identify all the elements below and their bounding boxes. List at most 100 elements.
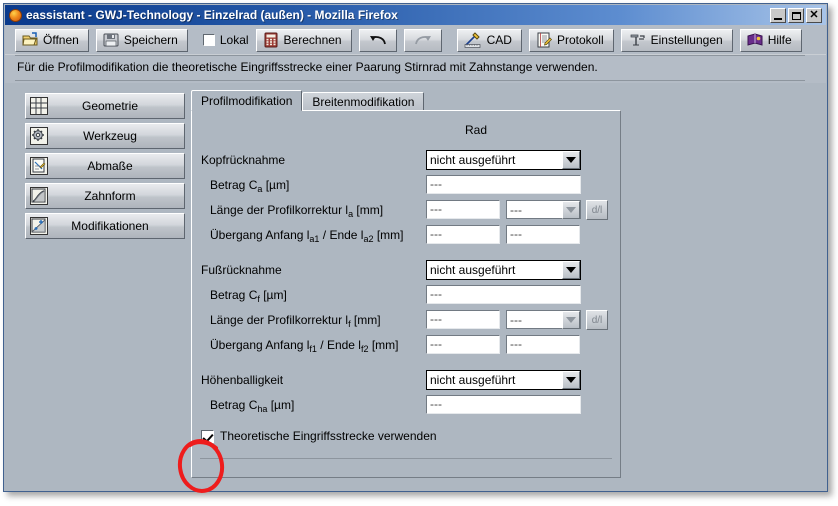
sidebar-item-label: Geometrie bbox=[81, 99, 139, 113]
theoretische-eingriffsstrecke-checkbox[interactable]: Theoretische Eingriffsstrecke verwenden bbox=[201, 429, 437, 443]
row-fussruecknahme: Fußrücknahme nicht ausgeführt bbox=[192, 259, 620, 281]
calculate-button[interactable]: Berechnen bbox=[255, 28, 352, 52]
checkbox-label: Theoretische Eingriffsstrecke verwenden bbox=[220, 429, 437, 443]
laenge-lf-label: Länge der Profilkorrektur lf [mm] bbox=[210, 313, 381, 329]
kopfruecknahme-select[interactable]: nicht ausgeführt bbox=[426, 150, 581, 170]
laenge-la-field[interactable]: --- bbox=[426, 200, 500, 219]
tab-label: Profilmodifikation bbox=[201, 93, 293, 108]
uebergang-a-label: Übergang Anfang la1 / Ende la2 [mm] bbox=[210, 228, 404, 244]
hoehenballigkeit-select[interactable]: nicht ausgeführt bbox=[426, 370, 581, 390]
chevron-down-icon[interactable] bbox=[562, 261, 580, 279]
chevron-down-icon[interactable] bbox=[562, 151, 580, 169]
tab-breitenmodifikation[interactable]: Breitenmodifikation bbox=[302, 92, 425, 111]
laenge-la-unit-value: --- bbox=[510, 202, 522, 217]
column-header-rad: Rad bbox=[464, 123, 488, 137]
floppy-disk-icon bbox=[103, 33, 119, 47]
row-laenge-lf: Länge der Profilkorrektur lf [mm] --- --… bbox=[192, 309, 620, 331]
redo-button[interactable] bbox=[403, 28, 442, 52]
row-uebergang-a: Übergang Anfang la1 / Ende la2 [mm] --- … bbox=[192, 224, 620, 246]
lokal-checkbox-label: Lokal bbox=[219, 33, 249, 47]
betrag-cha-field[interactable]: --- bbox=[426, 395, 581, 414]
modify-icon bbox=[30, 217, 48, 235]
checkbox-box[interactable] bbox=[201, 429, 214, 443]
application-window: eassistant - GWJ-Technology - Einzelrad … bbox=[3, 3, 828, 492]
open-folder-icon bbox=[22, 32, 38, 46]
close-icon: ✕ bbox=[809, 9, 819, 21]
betrag-ca-field[interactable]: --- bbox=[426, 175, 581, 194]
fussruecknahme-select[interactable]: nicht ausgeführt bbox=[426, 260, 581, 280]
help-book-icon bbox=[747, 33, 763, 46]
row-hoehenballigkeit: Höhenballigkeit nicht ausgeführt bbox=[192, 369, 620, 391]
cad-button[interactable]: CAD bbox=[456, 28, 522, 52]
hint-divider-top bbox=[15, 55, 805, 56]
hoehenballigkeit-label: Höhenballigkeit bbox=[201, 373, 284, 387]
minimize-button[interactable] bbox=[770, 8, 786, 23]
sidebar: Geometrie Werkzeug Abmaße Zahnform Modif… bbox=[25, 93, 185, 243]
sidebar-item-label: Abmaße bbox=[87, 159, 133, 173]
betrag-cf-label: Betrag Cf [µm] bbox=[210, 288, 287, 304]
toolbar: Öffnen Speichern Lokal Berechnen CAD Pro… bbox=[5, 25, 826, 55]
toolbar-separator-2 bbox=[449, 29, 450, 52]
maximize-button[interactable] bbox=[788, 8, 804, 23]
lokal-checkbox-box[interactable] bbox=[202, 34, 215, 46]
settings-button-label: Einstellungen bbox=[650, 33, 723, 47]
settings-button[interactable]: Einstellungen bbox=[620, 28, 733, 52]
row-betrag-cf: Betrag Cf [µm] --- bbox=[192, 284, 620, 306]
maximize-icon bbox=[791, 11, 801, 20]
uebergang-f1-field[interactable]: --- bbox=[426, 335, 500, 354]
row-laenge-la: Länge der Profilkorrektur la [mm] --- --… bbox=[192, 199, 620, 221]
protocol-button-label: Protokoll bbox=[556, 33, 604, 47]
close-button[interactable]: ✕ bbox=[806, 8, 822, 23]
tab-label: Breitenmodifikation bbox=[312, 95, 415, 109]
tab-area: Profilmodifikation Breitenmodifikation R… bbox=[191, 90, 621, 480]
sidebar-item-werkzeug[interactable]: Werkzeug bbox=[25, 123, 185, 149]
betrag-cf-field[interactable]: --- bbox=[426, 285, 581, 304]
sidebar-item-zahnform[interactable]: Zahnform bbox=[25, 183, 185, 209]
laenge-lf-field[interactable]: --- bbox=[426, 310, 500, 329]
undo-button[interactable] bbox=[358, 28, 397, 52]
fussruecknahme-select-value: nicht ausgeführt bbox=[430, 263, 516, 277]
help-button[interactable]: Hilfe bbox=[739, 28, 802, 52]
help-button-label: Hilfe bbox=[767, 33, 792, 47]
chevron-down-icon[interactable] bbox=[562, 371, 580, 389]
betrag-ca-label: Betrag Ca [µm] bbox=[210, 178, 290, 194]
settings-tools-icon bbox=[630, 34, 645, 46]
title-bar: eassistant - GWJ-Technology - Einzelrad … bbox=[5, 5, 826, 25]
laenge-lf-unit-select[interactable]: --- bbox=[506, 310, 581, 329]
cad-button-label: CAD bbox=[486, 33, 512, 47]
toolbar-separator-1 bbox=[195, 29, 196, 52]
sidebar-item-label: Zahnform bbox=[84, 189, 136, 203]
panel-divider bbox=[200, 458, 612, 459]
row-betrag-ca: Betrag Ca [µm] --- bbox=[192, 174, 620, 196]
tab-profilmodifikation[interactable]: Profilmodifikation bbox=[191, 90, 303, 111]
kopfruecknahme-label: Kopfrücknahme bbox=[201, 153, 286, 167]
uebergang-f-label: Übergang Anfang lf1 / Ende lf2 [mm] bbox=[210, 338, 399, 354]
protocol-button[interactable]: Protokoll bbox=[528, 28, 614, 52]
chevron-down-icon[interactable] bbox=[562, 310, 580, 329]
calculator-icon bbox=[264, 32, 278, 48]
curve-icon bbox=[30, 187, 48, 205]
profilmodifikation-panel: Rad Kopfrücknahme nicht ausgeführt Betra… bbox=[191, 110, 621, 478]
dl-ratio-button[interactable]: d/l bbox=[586, 310, 608, 330]
sidebar-item-abmasse[interactable]: Abmaße bbox=[25, 153, 185, 179]
grid-icon bbox=[30, 97, 48, 115]
calculate-button-label: Berechnen bbox=[283, 33, 342, 47]
lokal-checkbox[interactable]: Lokal bbox=[202, 33, 249, 47]
fussruecknahme-label: Fußrücknahme bbox=[201, 263, 282, 277]
redo-arrow-icon bbox=[414, 36, 431, 45]
firefox-icon bbox=[9, 8, 22, 22]
undo-arrow-icon bbox=[369, 36, 386, 45]
gear-icon bbox=[30, 127, 48, 145]
sidebar-item-geometrie[interactable]: Geometrie bbox=[25, 93, 185, 119]
uebergang-f2-field[interactable]: --- bbox=[506, 335, 580, 354]
uebergang-a2-field[interactable]: --- bbox=[506, 225, 580, 244]
save-button[interactable]: Speichern bbox=[95, 28, 188, 52]
cad-icon bbox=[464, 32, 480, 48]
dl-ratio-button[interactable]: d/l bbox=[586, 200, 608, 220]
chevron-down-icon[interactable] bbox=[562, 200, 580, 219]
sidebar-item-modifikationen[interactable]: Modifikationen bbox=[25, 213, 185, 239]
kopfruecknahme-select-value: nicht ausgeführt bbox=[430, 153, 516, 167]
uebergang-a1-field[interactable]: --- bbox=[426, 225, 500, 244]
open-button[interactable]: Öffnen bbox=[15, 28, 89, 52]
laenge-la-unit-select[interactable]: --- bbox=[506, 200, 581, 219]
